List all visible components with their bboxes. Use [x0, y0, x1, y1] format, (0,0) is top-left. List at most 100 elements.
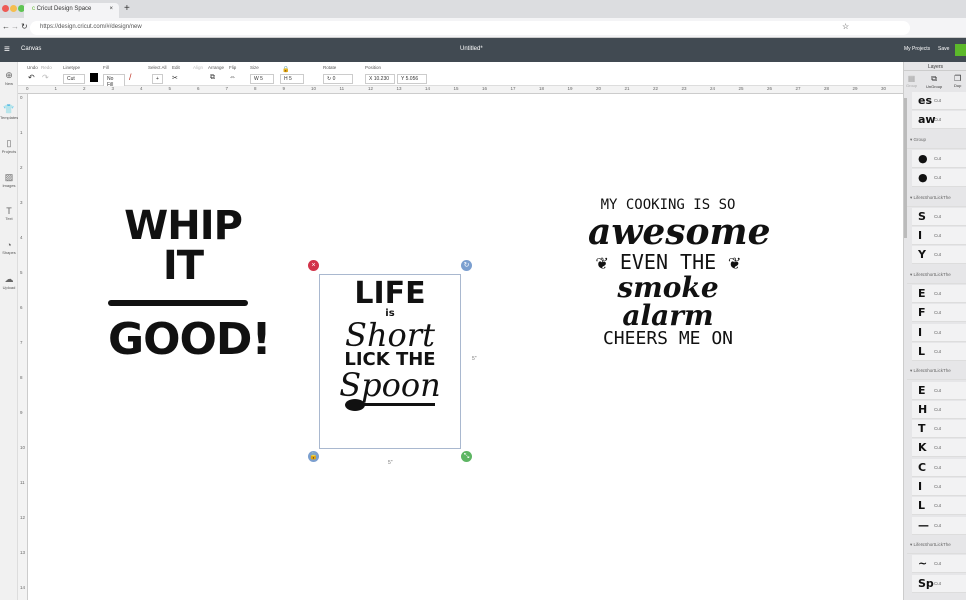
ruler-tick-label: 29: [852, 86, 858, 91]
minimize-window-icon[interactable]: [10, 5, 17, 12]
bookmark-star-icon[interactable]: ☆: [842, 22, 849, 31]
sidebar-item-upload[interactable]: ☁ Upload: [0, 274, 18, 290]
rotate-input[interactable]: ↻ 0: [323, 74, 353, 84]
layer-item[interactable]: E Cut: [912, 381, 966, 400]
close-window-icon[interactable]: [2, 5, 9, 12]
layer-item[interactable]: I Cut: [912, 323, 966, 342]
layer-item[interactable]: L Cut: [912, 497, 966, 516]
layer-item[interactable]: — Cut: [912, 516, 966, 535]
layer-item[interactable]: E Cut: [912, 285, 966, 303]
upload-icon: ☁: [4, 274, 14, 284]
layer-item[interactable]: I Cut: [912, 227, 966, 246]
linetype-select[interactable]: Cut: [63, 74, 85, 84]
x-label: X: [369, 76, 373, 82]
select-all-icon[interactable]: +: [152, 74, 163, 84]
layer-thumbnail: ●: [918, 151, 928, 165]
layer-group[interactable]: ▾ LifeIsShortLickThe: [907, 266, 966, 284]
selection-box[interactable]: LIFE is Short LICK THE Spoon: [319, 274, 461, 449]
layer-item[interactable]: K Cut: [912, 439, 966, 458]
sidebar-item-images[interactable]: ▨ Images: [0, 172, 18, 188]
ruler-tick-label: 5: [168, 86, 172, 91]
save-button[interactable]: Save: [938, 46, 949, 52]
ruler-tick-label: 10: [20, 445, 26, 450]
layer-thumbnail: —: [918, 518, 929, 532]
duplicate-button[interactable]: ❐ Dup: [954, 74, 961, 88]
sidebar-item-templates[interactable]: 👕 Templates: [0, 104, 18, 120]
fill-pen-icon[interactable]: /: [129, 72, 132, 82]
new-tab-button[interactable]: +: [124, 3, 130, 14]
whisk-graphic: [108, 300, 248, 306]
ruler-tick-label: 21: [624, 86, 630, 91]
sidebar-item-text[interactable]: T Text: [0, 206, 18, 221]
delete-handle-icon[interactable]: ×: [308, 260, 319, 271]
back-icon[interactable]: ←: [2, 22, 10, 31]
ruler-tick-label: 7: [20, 340, 23, 345]
layer-item[interactable]: S Cut: [912, 207, 966, 226]
layer-item[interactable]: ● Cut: [912, 149, 966, 168]
forward-icon[interactable]: →: [11, 22, 19, 31]
redo-icon[interactable]: ↷: [42, 73, 49, 82]
my-projects-button[interactable]: My Projects: [904, 46, 930, 52]
x-input[interactable]: X 10.230: [365, 74, 395, 84]
hamburger-menu-icon[interactable]: ≡: [4, 44, 10, 55]
layer-item[interactable]: aw Cut: [912, 111, 966, 130]
ruler-tick-label: 18: [539, 86, 545, 91]
whip-it-good-design[interactable]: WHIP IT GOOD!: [108, 206, 272, 362]
layer-item[interactable]: Sp Cut: [912, 574, 966, 593]
ungroup-button[interactable]: ⧉ UnGroup: [926, 74, 942, 89]
layer-group-label: LifeIsShortLickThe: [913, 368, 951, 374]
layer-item[interactable]: Y Cut: [912, 246, 966, 265]
rotate-value: 0: [332, 76, 336, 82]
select-all-label: Select All: [148, 65, 167, 70]
group-button[interactable]: ▦ Group: [906, 74, 917, 88]
projects-icon: ▯: [6, 138, 12, 148]
sidebar-item-new[interactable]: ⊕ New: [0, 70, 18, 86]
images-icon: ▨: [4, 172, 14, 182]
ruler-tick-label: 16: [482, 86, 488, 91]
my-cooking-design[interactable]: MY COOKING IS SO awesome ❦ EVEN THE ❦ sm…: [588, 198, 771, 348]
ruler-tick-label: 23: [681, 86, 687, 91]
height-input[interactable]: H 5: [280, 74, 304, 84]
design-canvas[interactable]: WHIP IT GOOD! LIFE is Short LICK THE Spo…: [28, 94, 903, 600]
layer-item[interactable]: F Cut: [912, 304, 966, 323]
reload-icon[interactable]: ↻: [21, 22, 28, 31]
y-input[interactable]: Y 5.056: [397, 74, 427, 84]
layer-group[interactable]: ▾ Group: [907, 131, 966, 149]
url-input[interactable]: https://design.cricut.com/#/design/new: [30, 21, 910, 35]
layers-panel: Layers ▦ Group ⧉ UnGroup ❐ Dup es Cut aw Cut ▾ …: [903, 62, 966, 600]
sidebar-item-shapes[interactable]: ◔ Shapes: [0, 240, 18, 255]
make-it-button[interactable]: [955, 44, 966, 56]
layer-group[interactable]: ▾ LifeIsShortLickThe: [907, 536, 966, 554]
close-tab-icon[interactable]: ×: [109, 6, 113, 12]
address-bar-row: ← → ↻ https://design.cricut.com/#/design…: [0, 18, 966, 38]
lock-handle-icon[interactable]: 🔒: [308, 451, 319, 462]
layer-item[interactable]: ● Cut: [912, 169, 966, 188]
rotate-handle-icon[interactable]: ↻: [461, 260, 472, 271]
flip-icon[interactable]: ⇔: [229, 74, 236, 81]
edit-icon[interactable]: ✂: [172, 74, 178, 82]
lock-icon[interactable]: 🔒: [282, 66, 289, 73]
layer-item[interactable]: C Cut: [912, 458, 966, 477]
layer-item[interactable]: I Cut: [912, 478, 966, 496]
resize-handle-icon[interactable]: ⤡: [461, 451, 472, 462]
browser-tab[interactable]: c Cricut Design Space ×: [24, 3, 119, 18]
layer-item[interactable]: T Cut: [912, 420, 966, 439]
sidebar-item-projects[interactable]: ▯ Projects: [0, 138, 18, 154]
arrange-icon[interactable]: ⧉: [210, 74, 215, 82]
layer-item[interactable]: es Cut: [912, 92, 966, 110]
layer-item[interactable]: H Cut: [912, 400, 966, 419]
undo-icon[interactable]: ↶: [28, 73, 35, 82]
layers-scrollbar[interactable]: [904, 98, 907, 238]
layer-thumbnail: I: [918, 229, 923, 243]
layer-group[interactable]: ▾ LifeIsShortLickThe: [907, 189, 966, 207]
layer-item[interactable]: L Cut: [912, 342, 966, 361]
h-label: H: [284, 76, 288, 82]
ruler-tick-label: 22: [653, 86, 659, 91]
sidebar-item-label: Upload: [2, 285, 16, 290]
ruler-tick-label: 5: [20, 270, 23, 275]
line-color-swatch[interactable]: [90, 73, 98, 82]
width-input[interactable]: W 5: [250, 74, 274, 84]
layer-item[interactable]: ~ Cut: [912, 555, 966, 574]
layer-thumbnail: Y: [918, 248, 926, 262]
layer-group[interactable]: ▾ LifeIsShortLickThe: [907, 362, 966, 381]
